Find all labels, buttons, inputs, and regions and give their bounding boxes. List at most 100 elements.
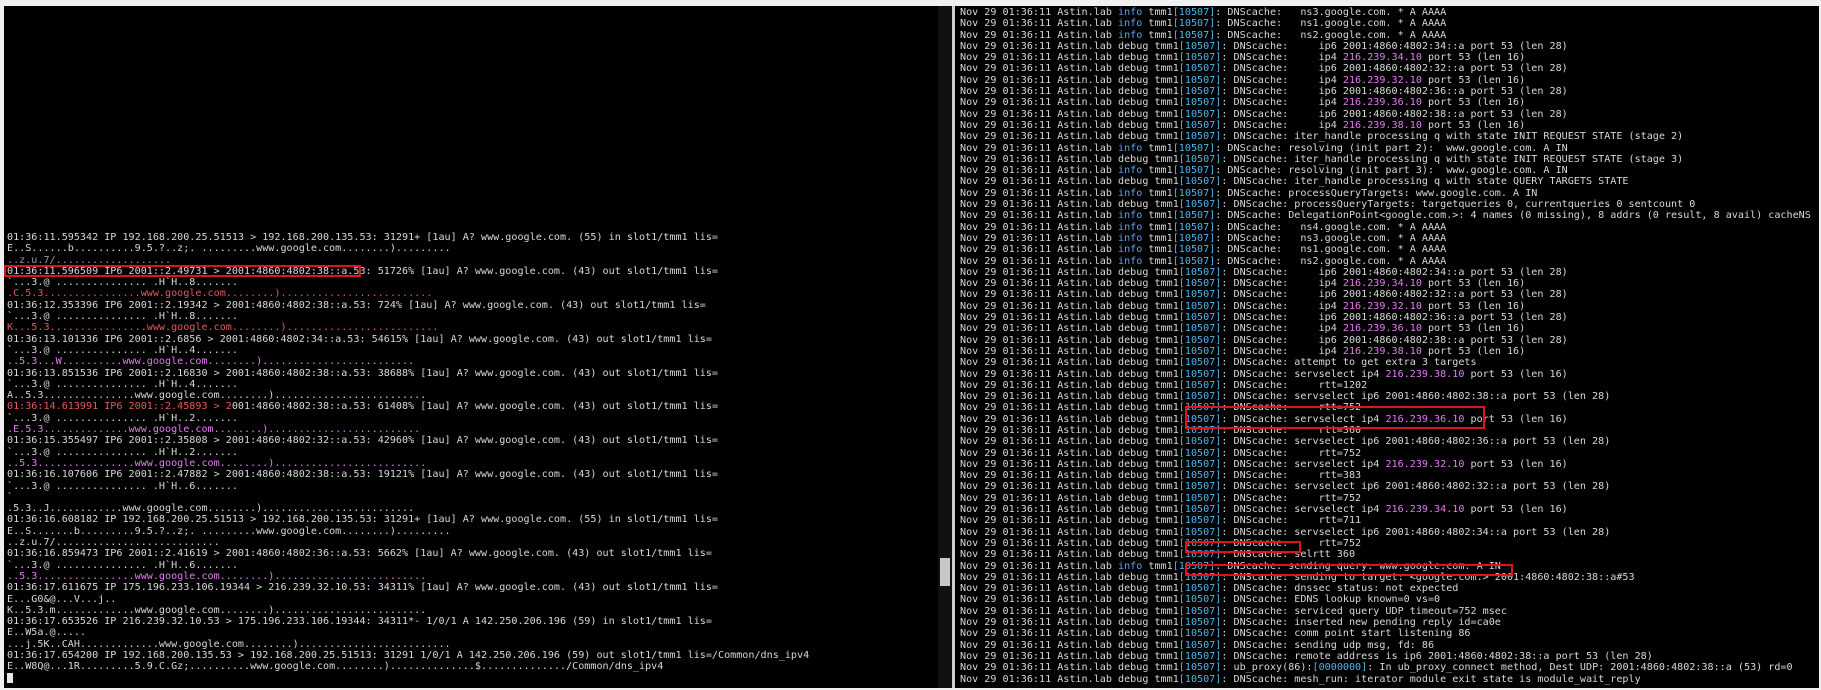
tcpdump-line: `...3.@ ............... .H`H..8....... [7,311,238,323]
tcpdump-line: 01:36:11.596509 IP6 2001::2.49731 > 2001… [7,265,719,277]
log-line: Nov 29 01:36:11 Astin.lab debug tmm1[105… [960,176,1629,188]
right-terminal-pane[interactable]: Nov 29 01:36:11 Astin.lab info tmm1[1050… [955,6,1819,688]
tcpdump-line: K...5.3................www.google.com...… [7,322,439,334]
tcpdump-line: 01:36:12.353396 IP6 2001::2.19342 > 2001… [7,299,706,311]
log-line: Nov 29 01:36:11 Astin.lab debug tmm1[105… [960,402,1362,414]
log-line: Nov 29 01:36:11 Astin.lab debug tmm1[105… [960,515,1362,527]
dns-debug-log: Nov 29 01:36:11 Astin.lab info tmm1[1050… [960,7,1819,685]
tcpdump-line: K..5.3.m.............www.google.com.....… [7,604,427,616]
log-line: Nov 29 01:36:11 Astin.lab debug tmm1[105… [960,199,1696,211]
tcpdump-line: `...3.@ ............... .H`H..4....... [7,344,238,356]
log-line: Nov 29 01:36:11 Astin.lab debug tmm1[105… [960,312,1568,324]
log-line: Nov 29 01:36:11 Astin.lab debug tmm1[105… [960,650,1653,662]
left-terminal-pane[interactable]: 01:36:11.595342 IP 192.168.200.25.51513 … [4,6,952,688]
tcpdump-line: 01:36:16.608182 IP 192.168.200.25.51513 … [7,514,719,526]
tcpdump-line: `...3.@ ............... .H`H..2....... [7,412,238,424]
tcpdump-line: ..z.u.7/................... [7,254,172,266]
tcpdump-line: 01:36:13.101336 IP6 2001::2.6856 > 2001:… [7,333,712,345]
tcpdump-line: 01:36:15.355497 IP6 2001::2.35808 > 2001… [7,435,719,447]
text-cursor [7,672,13,683]
tcpdump-line: E..S......b..........9.5.?..z;. ........… [7,243,451,255]
tcpdump-output: 01:36:11.595342 IP 192.168.200.25.51513 … [7,232,952,684]
log-line: Nov 29 01:36:11 Astin.lab debug tmm1[105… [960,40,1568,52]
log-line: Nov 29 01:36:11 Astin.lab debug tmm1[105… [960,97,1526,109]
log-line: Nov 29 01:36:11 Astin.lab debug tmm1[105… [960,413,1568,425]
tcpdump-line: .E.5.3..............www.google.com......… [7,424,421,436]
log-line: Nov 29 01:36:11 Astin.lab info tmm1[1050… [960,560,1501,572]
log-line: Nov 29 01:36:11 Astin.lab debug tmm1[105… [960,639,1435,651]
log-line: Nov 29 01:36:11 Astin.lab debug tmm1[105… [960,628,1471,640]
tcpdump-line: `...3.@ ............... .H`H..2....... [7,446,238,458]
log-line: Nov 29 01:36:11 Astin.lab debug tmm1[105… [960,153,1684,165]
tcpdump-line: E..W5a.@..... [7,627,87,639]
tcpdump-line: E..W8Q@...1R.........5.9.C.Gz;..........… [7,661,664,673]
log-line: Nov 29 01:36:11 Astin.lab debug tmm1[105… [960,447,1362,459]
tcpdump-line: E..S.......b.........9.5.?..z;. ........… [7,525,451,537]
log-line: Nov 29 01:36:11 Astin.lab info tmm1[1050… [960,255,1447,267]
tcpdump-line: A..5.3...............www.google.com.....… [7,390,427,402]
prompt-line[interactable] [7,672,952,684]
log-line: Nov 29 01:36:11 Astin.lab debug tmm1[105… [960,334,1568,346]
log-line: Nov 29 01:36:11 Astin.lab debug tmm1[105… [960,300,1526,312]
log-line: Nov 29 01:36:11 Astin.lab info tmm1[1050… [960,232,1447,244]
log-line: Nov 29 01:36:11 Astin.lab debug tmm1[105… [960,470,1362,482]
tcpdump-line: .C.5.3................www.google.com....… [7,288,433,300]
left-scrollbar-thumb[interactable] [940,558,950,586]
tcpdump-line: 01:36:13.851536 IP6 2001::2.16830 > 2001… [7,367,719,379]
log-line: Nov 29 01:36:11 Astin.lab debug tmm1[105… [960,391,1611,403]
log-line: Nov 29 01:36:11 Astin.lab debug tmm1[105… [960,492,1362,504]
tcpdump-line: ..5.3................www.google.com.....… [7,457,427,469]
tcpdump-line: 01:36:17.654200 IP 192.168.200.135.53 > … [7,649,810,661]
tcpdump-line: 01:36:17.653526 IP 216.239.32.10.53 > 17… [7,616,712,628]
log-line: Nov 29 01:36:11 Astin.lab debug tmm1[105… [960,108,1568,120]
tcpdump-line: ..z.u.7/........................... [7,537,220,549]
log-line: Nov 29 01:36:11 Astin.lab debug tmm1[105… [960,119,1526,131]
tcpdump-line: 01:36:11.595342 IP 192.168.200.25.51513 … [7,232,719,243]
log-line: Nov 29 01:36:11 Astin.lab info tmm1[1050… [960,165,1568,177]
log-line: Nov 29 01:36:11 Astin.lab info tmm1[1050… [960,221,1447,233]
tcpdump-line: E...G0&@...V...j.. [7,593,117,605]
log-line: Nov 29 01:36:11 Astin.lab info tmm1[1050… [960,29,1447,41]
log-line: Nov 29 01:36:11 Astin.lab debug tmm1[105… [960,549,1356,561]
tcpdump-line: `...3.@ ............... .H`H..4....... [7,378,238,390]
log-line: Nov 29 01:36:11 Astin.lab debug tmm1[105… [960,86,1568,98]
tcpdump-line: ...j.5K..CAH.............www.google.com.… [7,638,451,650]
log-line: Nov 29 01:36:11 Astin.lab debug tmm1[105… [960,605,1507,617]
log-line: Nov 29 01:36:11 Astin.lab info tmm1[1050… [960,244,1447,256]
log-line: Nov 29 01:36:11 Astin.lab debug tmm1[105… [960,617,1501,629]
tcpdump-line: ..5.3................www.google.com.....… [7,570,427,582]
log-line: Nov 29 01:36:11 Astin.lab debug tmm1[105… [960,345,1526,357]
log-line: Nov 29 01:36:11 Astin.lab debug tmm1[105… [960,379,1368,391]
log-line: Nov 29 01:36:11 Astin.lab debug tmm1[105… [960,368,1568,380]
tcpdump-line: .5.3..J............www.google.com.......… [7,503,415,515]
tcpdump-line: 01:36:16.107606 IP6 2001::2.47882 > 2001… [7,469,719,481]
log-line: Nov 29 01:36:11 Astin.lab info tmm1[1050… [960,7,1447,18]
log-line: Nov 29 01:36:11 Astin.lab info tmm1[1050… [960,187,1538,199]
log-line: Nov 29 01:36:11 Astin.lab debug tmm1[105… [960,436,1611,448]
log-line: Nov 29 01:36:11 Astin.lab debug tmm1[105… [960,583,1459,595]
log-line: Nov 29 01:36:11 Astin.lab debug tmm1[105… [960,662,1793,674]
log-line: Nov 29 01:36:11 Astin.lab debug tmm1[105… [960,289,1568,301]
log-line: Nov 29 01:36:11 Astin.lab debug tmm1[105… [960,131,1684,143]
log-line: Nov 29 01:36:11 Astin.lab debug tmm1[105… [960,673,1641,685]
log-line: Nov 29 01:36:11 Astin.lab debug tmm1[105… [960,323,1526,335]
log-line: Nov 29 01:36:11 Astin.lab info tmm1[1050… [960,142,1568,154]
log-line: Nov 29 01:36:11 Astin.lab debug tmm1[105… [960,504,1568,516]
tcpdump-line: 01:36:17.611675 IP 175.196.233.106.19344… [7,582,719,594]
log-line: Nov 29 01:36:11 Astin.lab debug tmm1[105… [960,278,1526,290]
left-scrollbar[interactable] [938,6,952,688]
log-line: Nov 29 01:36:11 Astin.lab debug tmm1[105… [960,458,1568,470]
log-line: Nov 29 01:36:11 Astin.lab debug tmm1[105… [960,526,1611,538]
tcpdump-line: ` [7,491,14,503]
log-line: Nov 29 01:36:11 Astin.lab debug tmm1[105… [960,52,1526,64]
log-line: Nov 29 01:36:11 Astin.lab debug tmm1[105… [960,571,1635,583]
log-line: Nov 29 01:36:11 Astin.lab debug tmm1[105… [960,266,1568,278]
tcpdump-line: `...3.@ ............... .H`H..8....... [7,277,238,289]
log-line: Nov 29 01:36:11 Astin.lab debug tmm1[105… [960,594,1441,606]
tcpdump-line: 01:36:16.859473 IP6 2001::2.41619 > 2001… [7,548,712,560]
log-line: Nov 29 01:36:11 Astin.lab debug tmm1[105… [960,481,1611,493]
log-line: Nov 29 01:36:11 Astin.lab debug tmm1[105… [960,424,1362,436]
tcpdump-line: `...3.@ ............... .H`H..6....... [7,559,238,571]
log-line: Nov 29 01:36:11 Astin.lab debug tmm1[105… [960,537,1362,549]
log-line: Nov 29 01:36:11 Astin.lab debug tmm1[105… [960,74,1526,86]
